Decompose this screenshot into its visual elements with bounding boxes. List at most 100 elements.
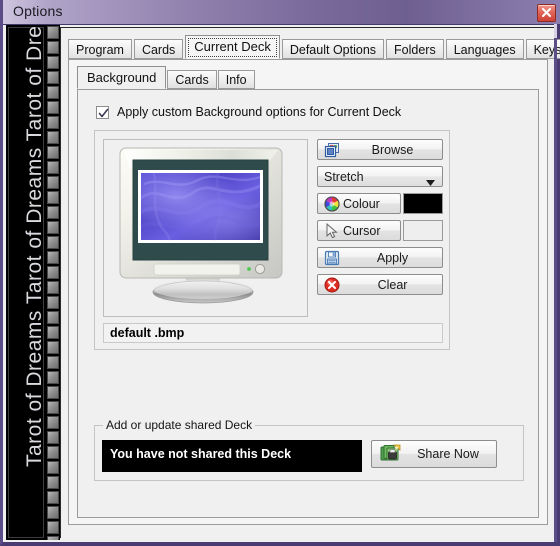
filmstrip-hole	[47, 176, 59, 189]
colour-button[interactable]: Colour	[317, 193, 401, 214]
banner-text: Tarot of Dreams Tarot of Dreams Tarot of…	[23, 25, 46, 467]
tab-label: Current Deck	[194, 39, 271, 54]
filmstrip-hole	[47, 476, 59, 489]
deck-banner: Tarot of Dreams Tarot of Dreams Tarot of…	[6, 25, 60, 540]
filmstrip-hole	[47, 326, 59, 339]
subtab-label: Background	[87, 70, 157, 85]
background-tab-panel: Apply custom Background options for Curr…	[77, 89, 539, 518]
subtab-label: Info	[225, 73, 247, 87]
filmstrip-hole	[47, 536, 59, 540]
filmstrip-hole	[47, 521, 59, 534]
filmstrip-hole	[47, 491, 59, 504]
crt-monitor-icon	[114, 146, 299, 311]
filmstrip-hole	[47, 311, 59, 324]
tab-label: Languages	[453, 43, 516, 57]
filmstrip-hole	[47, 191, 59, 204]
filmstrip-hole	[47, 206, 59, 219]
background-preview-box	[103, 139, 308, 317]
tab-current-deck[interactable]: Current Deck	[185, 35, 280, 59]
filmstrip-hole	[47, 146, 59, 159]
share-deck-icon	[376, 444, 406, 464]
share-now-button[interactable]: Share Now	[371, 440, 497, 468]
tab-cards[interactable]: Cards	[133, 39, 184, 59]
tab-label: Program	[76, 43, 124, 57]
filmstrip-hole	[47, 131, 59, 144]
subtab-info[interactable]: Info	[217, 70, 255, 89]
tab-program[interactable]: Program	[68, 39, 132, 59]
background-filename-field[interactable]: default .bmp	[103, 323, 443, 343]
filmstrip-hole	[47, 221, 59, 234]
filmstrip-hole	[47, 356, 59, 369]
filmstrip-hole	[47, 116, 59, 129]
tab-folders[interactable]: Folders	[386, 39, 444, 59]
filmstrip-hole	[47, 161, 59, 174]
options-content-panel: Program Cards Current Deck Default Options F…	[60, 27, 560, 538]
primary-tab-bar: Program Cards Current Deck Default Options F…	[68, 35, 560, 59]
browse-button-label: Browse	[371, 142, 414, 157]
window-title: Options	[13, 3, 63, 19]
background-mode-value: Stretch	[324, 169, 364, 184]
filmstrip-hole	[47, 236, 59, 249]
filmstrip-hole	[47, 341, 59, 354]
shared-deck-group: Add or update shared Deck You have not s…	[94, 418, 524, 481]
apply-button[interactable]: Apply	[317, 247, 443, 268]
background-filename-value: default .bmp	[110, 326, 185, 340]
apply-custom-background-row[interactable]: Apply custom Background options for Curr…	[96, 105, 401, 119]
filmstrip-hole	[47, 461, 59, 474]
clear-button[interactable]: Clear	[317, 274, 443, 295]
mouse-pointer-icon	[321, 222, 343, 239]
background-mode-dropdown[interactable]: Stretch	[317, 166, 443, 187]
tab-label: Folders	[394, 43, 436, 57]
red-cross-circle-icon	[321, 277, 343, 293]
filmstrip-hole	[47, 26, 59, 39]
tab-languages[interactable]: Languages	[445, 39, 524, 59]
background-preview-group: Browse Stretch Colour Cursor Apply Clear…	[94, 130, 450, 350]
filmstrip-hole	[47, 86, 59, 99]
color-wheel-icon	[321, 195, 343, 212]
cursor-swatch[interactable]	[403, 220, 443, 241]
filmstrip-hole	[47, 431, 59, 444]
chevron-down-icon	[426, 175, 435, 189]
tab-default-options[interactable]: Default Options	[281, 39, 385, 59]
cursor-button-label: Cursor	[343, 223, 381, 238]
clear-button-label: Clear	[377, 277, 408, 292]
filmstrip-hole	[47, 266, 59, 279]
shared-deck-status: You have not shared this Deck	[102, 440, 362, 472]
tab-label: Cards	[141, 43, 176, 57]
subtab-label: Cards	[175, 73, 209, 87]
apply-button-label: Apply	[376, 250, 409, 265]
filmstrip-hole	[47, 371, 59, 384]
options-window: Options Tarot of Dreams Tarot of Dreams …	[0, 0, 560, 546]
filmstrip-hole	[47, 71, 59, 84]
cursor-button[interactable]: Cursor	[317, 220, 401, 241]
shared-deck-status-text: You have not shared this Deck	[110, 447, 292, 461]
colour-swatch[interactable]	[403, 193, 443, 214]
filmstrip-hole	[47, 41, 59, 54]
background-controls: Browse Stretch Colour Cursor Apply Clear	[317, 139, 443, 295]
browse-button[interactable]: Browse	[317, 139, 443, 160]
filmstrip-hole	[47, 56, 59, 69]
filmstrip-hole	[47, 296, 59, 309]
subtab-cards[interactable]: Cards	[167, 70, 217, 89]
filmstrip-hole	[47, 401, 59, 414]
secondary-tab-bar: Background Cards Info	[77, 66, 256, 89]
filmstrip-sprockets	[46, 25, 60, 540]
window-right-edge	[554, 24, 557, 542]
filmstrip-hole	[47, 251, 59, 264]
filmstrip-hole	[47, 101, 59, 114]
window-titlebar: Options	[3, 0, 560, 25]
floppy-save-icon	[321, 250, 343, 266]
shared-deck-legend: Add or update shared Deck	[103, 418, 256, 432]
filmstrip-hole	[47, 281, 59, 294]
share-now-button-label: Share Now	[417, 447, 479, 461]
close-window-button[interactable]	[537, 4, 556, 22]
current-deck-tab-panel: Background Cards Info Apply custom Backgro…	[68, 59, 548, 525]
filmstrip-hole	[47, 416, 59, 429]
copy-windows-icon	[321, 142, 343, 158]
apply-custom-background-label: Apply custom Background options for Curr…	[117, 105, 402, 119]
apply-custom-background-checkbox[interactable]	[96, 105, 109, 119]
subtab-background[interactable]: Background	[77, 66, 167, 89]
filmstrip-hole	[47, 386, 59, 399]
filmstrip-hole	[47, 446, 59, 459]
tab-label: Default Options	[289, 43, 377, 57]
